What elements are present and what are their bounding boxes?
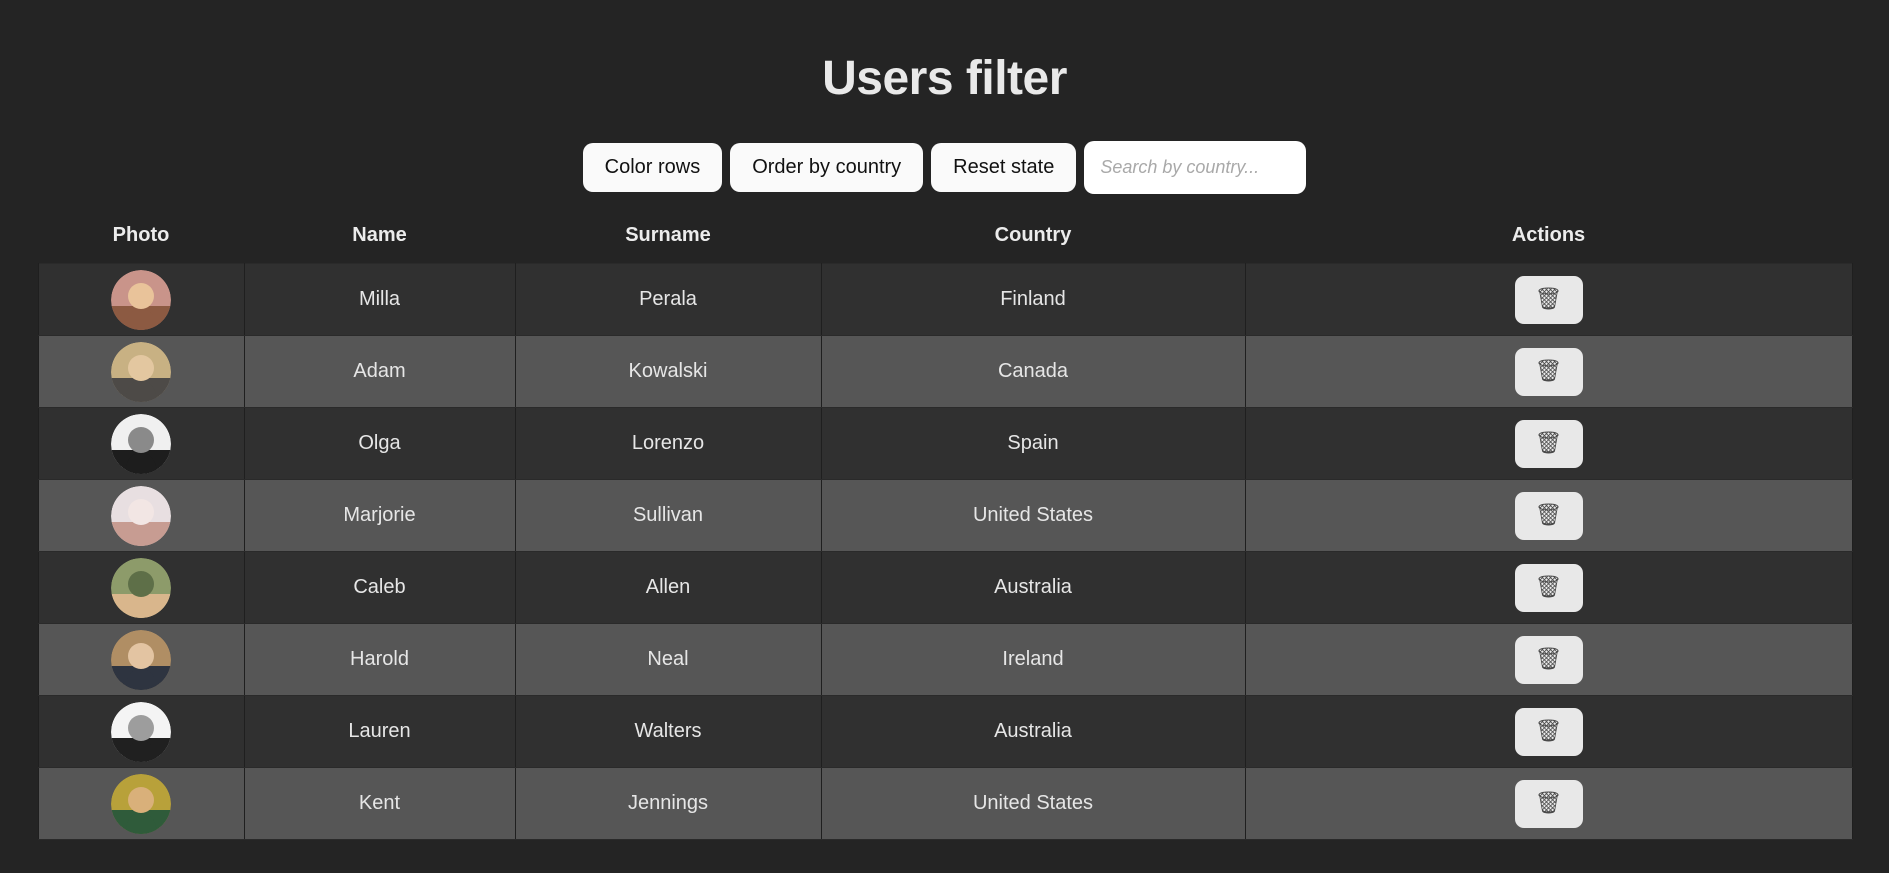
column-header-photo: Photo bbox=[112, 224, 170, 246]
toolbar: Color rows Order by country Reset state bbox=[0, 141, 1889, 194]
avatar-adam bbox=[111, 341, 171, 402]
cell-surname: Walters bbox=[514, 695, 822, 768]
table-header-row: Photo Name Surname Country Actions bbox=[38, 224, 1852, 264]
cell-surname: Allen bbox=[514, 551, 822, 624]
trash-icon: 🗑 bbox=[1534, 574, 1563, 600]
cell-name: Lauren bbox=[243, 695, 516, 768]
table-row: Adam Kowalski Canada 🗑 bbox=[37, 335, 1853, 408]
cell-name: Caleb bbox=[243, 551, 516, 624]
cell-photo bbox=[37, 695, 245, 768]
cell-actions: 🗑 bbox=[1244, 479, 1853, 552]
trash-icon: 🗑 bbox=[1534, 358, 1563, 384]
cell-surname: Lorenzo bbox=[514, 407, 822, 480]
trash-icon: 🗑 bbox=[1534, 790, 1563, 816]
column-header-surname: Surname bbox=[625, 224, 711, 246]
cell-actions: 🗑 bbox=[1244, 263, 1853, 336]
cell-actions: 🗑 bbox=[1244, 335, 1853, 408]
avatar-milla bbox=[111, 269, 171, 330]
cell-name: Harold bbox=[243, 623, 516, 696]
table-row: Caleb Allen Australia 🗑 bbox=[37, 551, 1853, 624]
cell-photo bbox=[37, 767, 245, 840]
cell-country: Ireland bbox=[820, 623, 1246, 696]
delete-user-button[interactable]: 🗑 bbox=[1514, 347, 1583, 396]
cell-surname: Sullivan bbox=[514, 479, 822, 552]
cell-country: Australia bbox=[820, 695, 1246, 768]
cell-photo bbox=[37, 551, 245, 624]
cell-photo bbox=[37, 623, 245, 696]
color-rows-button[interactable]: Color rows bbox=[582, 143, 723, 192]
cell-name: Adam bbox=[243, 335, 516, 408]
avatar-marjorie bbox=[111, 485, 171, 546]
trash-icon: 🗑 bbox=[1534, 718, 1563, 744]
trash-icon: 🗑 bbox=[1534, 502, 1563, 528]
delete-user-button[interactable]: 🗑 bbox=[1514, 707, 1583, 756]
order-by-country-button[interactable]: Order by country bbox=[730, 143, 924, 192]
cell-actions: 🗑 bbox=[1244, 551, 1853, 624]
cell-actions: 🗑 bbox=[1244, 767, 1853, 840]
table-row: Olga Lorenzo Spain 🗑 bbox=[37, 407, 1853, 480]
cell-surname: Perala bbox=[514, 263, 822, 336]
users-table: Photo Name Surname Country Actions Milla… bbox=[37, 224, 1853, 840]
cell-surname: Jennings bbox=[514, 767, 822, 840]
table-head: Photo Name Surname Country Actions bbox=[38, 224, 1852, 264]
avatar-olga bbox=[111, 413, 171, 474]
avatar-harold bbox=[111, 629, 171, 690]
trash-icon: 🗑 bbox=[1534, 286, 1563, 312]
avatar-lauren bbox=[111, 701, 171, 762]
cell-name: Kent bbox=[243, 767, 516, 840]
cell-actions: 🗑 bbox=[1244, 623, 1853, 696]
delete-user-button[interactable]: 🗑 bbox=[1514, 419, 1583, 468]
column-header-name: Name bbox=[352, 224, 407, 246]
cell-surname: Kowalski bbox=[514, 335, 822, 408]
users-filter-page: Users filter Color rows Order by country… bbox=[0, 0, 1889, 873]
delete-user-button[interactable]: 🗑 bbox=[1514, 275, 1583, 324]
table-row: Kent Jennings United States 🗑 bbox=[37, 767, 1853, 840]
cell-actions: 🗑 bbox=[1244, 407, 1853, 480]
cell-name: Milla bbox=[243, 263, 516, 336]
reset-state-button[interactable]: Reset state bbox=[931, 143, 1077, 192]
avatar-kent bbox=[111, 773, 171, 834]
column-header-country: Country bbox=[994, 224, 1072, 246]
cell-surname: Neal bbox=[514, 623, 822, 696]
page-title: Users filter bbox=[822, 52, 1067, 105]
cell-actions: 🗑 bbox=[1244, 695, 1853, 768]
delete-user-button[interactable]: 🗑 bbox=[1514, 635, 1583, 684]
avatar-caleb bbox=[111, 557, 171, 618]
table-body: Milla Perala Finland 🗑 Adam Kowalski Canada 🗑 Ol… bbox=[37, 263, 1853, 840]
cell-country: Australia bbox=[820, 551, 1246, 624]
cell-country: Canada bbox=[820, 335, 1246, 408]
table-row: Lauren Walters Australia 🗑 bbox=[37, 695, 1853, 768]
users-table-container: Photo Name Surname Country Actions Milla… bbox=[37, 224, 1853, 840]
cell-country: Finland bbox=[820, 263, 1246, 336]
cell-name: Olga bbox=[243, 407, 516, 480]
cell-photo bbox=[37, 263, 245, 336]
table-row: Marjorie Sullivan United States 🗑 bbox=[37, 479, 1853, 552]
trash-icon: 🗑 bbox=[1534, 430, 1563, 456]
cell-photo bbox=[37, 479, 245, 552]
cell-country: Spain bbox=[820, 407, 1246, 480]
cell-country: United States bbox=[820, 479, 1246, 552]
table-row: Milla Perala Finland 🗑 bbox=[37, 263, 1853, 336]
delete-user-button[interactable]: 🗑 bbox=[1514, 491, 1583, 540]
column-header-actions: Actions bbox=[1511, 224, 1586, 246]
delete-user-button[interactable]: 🗑 bbox=[1514, 563, 1583, 612]
cell-photo bbox=[37, 407, 245, 480]
delete-user-button[interactable]: 🗑 bbox=[1514, 779, 1583, 828]
cell-photo bbox=[37, 335, 245, 408]
cell-country: United States bbox=[820, 767, 1246, 840]
search-input[interactable] bbox=[1084, 141, 1307, 194]
table-row: Harold Neal Ireland 🗑 bbox=[37, 623, 1853, 696]
trash-icon: 🗑 bbox=[1534, 646, 1563, 672]
cell-name: Marjorie bbox=[243, 479, 516, 552]
